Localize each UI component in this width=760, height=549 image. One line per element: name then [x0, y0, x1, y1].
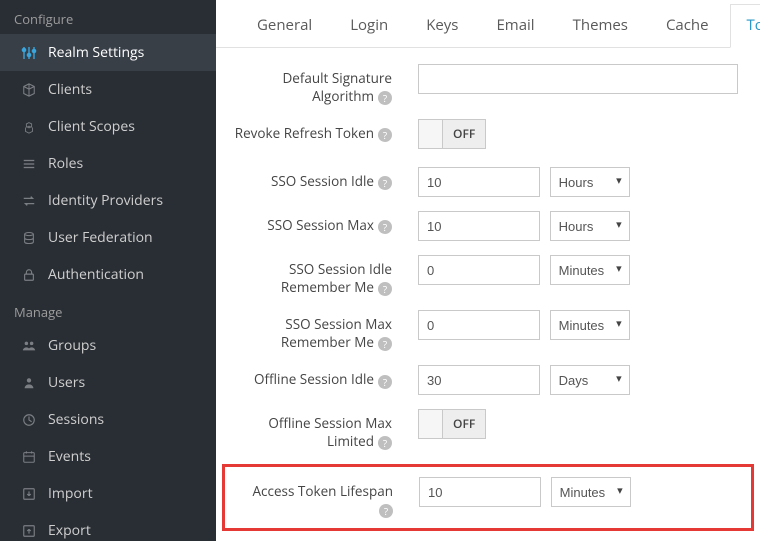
- row-revoke-refresh-token: Revoke Refresh Token? OFF: [216, 119, 760, 153]
- select-sso-session-idle-remember-me-unit[interactable]: [550, 255, 630, 285]
- sidebar-item-groups[interactable]: Groups: [0, 327, 216, 364]
- toggle-revoke-refresh-token[interactable]: OFF: [418, 119, 486, 149]
- label-offline-session-idle: Offline Session Idle?: [216, 365, 402, 389]
- sidebar-item-client-scopes[interactable]: Client Scopes: [0, 108, 216, 145]
- input-sso-session-idle[interactable]: [418, 167, 540, 197]
- import-icon: [20, 487, 38, 501]
- sidebar-item-identity-providers[interactable]: Identity Providers: [0, 182, 216, 219]
- input-sso-session-idle-remember-me[interactable]: [418, 255, 540, 285]
- sidebar-item-label: Clients: [48, 80, 92, 99]
- row-offline-session-max-limited: Offline Session Max Limited? OFF: [216, 409, 760, 450]
- tab-themes[interactable]: Themes: [556, 4, 645, 47]
- sidebar-item-label: Events: [48, 447, 91, 466]
- select-access-token-lifespan-unit[interactable]: [551, 477, 631, 507]
- cube-icon: [20, 83, 38, 97]
- toggle-state: OFF: [443, 410, 485, 438]
- row-offline-session-idle: Offline Session Idle?: [216, 365, 760, 395]
- tokens-form: Default Signature Algorithm? Revoke Refr…: [216, 48, 760, 531]
- label-sso-session-max: SSO Session Max?: [216, 211, 402, 235]
- export-icon: [20, 524, 38, 538]
- help-icon[interactable]: ?: [378, 282, 392, 296]
- sidebar-item-user-federation[interactable]: User Federation: [0, 219, 216, 256]
- label-sso-session-idle: SSO Session Idle?: [216, 167, 402, 191]
- user-icon: [20, 376, 38, 390]
- sidebar-item-users[interactable]: Users: [0, 364, 216, 401]
- label-sso-session-idle-remember-me: SSO Session Idle Remember Me?: [216, 255, 402, 296]
- cubes-icon: [20, 120, 38, 134]
- row-sso-session-max: SSO Session Max?: [216, 211, 760, 241]
- label-sso-session-max-remember-me: SSO Session Max Remember Me?: [216, 310, 402, 351]
- sidebar-item-events[interactable]: Events: [0, 438, 216, 475]
- toggle-offline-session-max-limited[interactable]: OFF: [418, 409, 486, 439]
- input-sso-session-max[interactable]: [418, 211, 540, 241]
- row-sso-session-max-remember-me: SSO Session Max Remember Me?: [216, 310, 760, 351]
- row-sso-session-idle: SSO Session Idle?: [216, 167, 760, 197]
- sidebar-item-sessions[interactable]: Sessions: [0, 401, 216, 438]
- toggle-handle: [419, 410, 443, 438]
- help-icon[interactable]: ?: [378, 436, 392, 450]
- help-icon[interactable]: ?: [378, 337, 392, 351]
- sidebar: Configure Realm Settings Clients Client …: [0, 0, 216, 541]
- sidebar-heading-configure: Configure: [0, 0, 216, 34]
- sidebar-item-export[interactable]: Export: [0, 512, 216, 549]
- sidebar-item-clients[interactable]: Clients: [0, 71, 216, 108]
- toggle-state: OFF: [443, 120, 485, 148]
- sidebar-item-authentication[interactable]: Authentication: [0, 256, 216, 293]
- select-offline-session-idle-unit[interactable]: [550, 365, 630, 395]
- sidebar-item-label: Groups: [48, 336, 96, 355]
- sidebar-item-label: Authentication: [48, 265, 144, 284]
- sidebar-item-label: Export: [48, 521, 91, 540]
- help-icon[interactable]: ?: [378, 128, 392, 142]
- tab-general[interactable]: General: [240, 4, 329, 47]
- sidebar-item-label: Client Scopes: [48, 117, 135, 136]
- input-default-signature-algorithm[interactable]: [418, 64, 738, 94]
- sidebar-item-label: Sessions: [48, 410, 104, 429]
- sidebar-item-label: User Federation: [48, 228, 153, 247]
- help-icon[interactable]: ?: [378, 220, 392, 234]
- sliders-icon: [20, 45, 38, 61]
- row-default-signature-algorithm: Default Signature Algorithm?: [216, 64, 760, 105]
- row-access-token-lifespan: Access Token Lifespan?: [225, 477, 751, 518]
- tab-keys[interactable]: Keys: [409, 4, 475, 47]
- toggle-handle: [419, 120, 443, 148]
- sidebar-item-import[interactable]: Import: [0, 475, 216, 512]
- highlight-access-token-lifespan: Access Token Lifespan?: [222, 464, 754, 531]
- tab-cache[interactable]: Cache: [649, 4, 726, 47]
- input-access-token-lifespan[interactable]: [419, 477, 541, 507]
- lock-icon: [20, 268, 38, 282]
- tabs: General Login Keys Email Themes Cache To…: [216, 4, 760, 48]
- input-sso-session-max-remember-me[interactable]: [418, 310, 540, 340]
- clock-icon: [20, 413, 38, 427]
- users-icon: [20, 339, 38, 353]
- select-sso-session-max-unit[interactable]: [550, 211, 630, 241]
- select-sso-session-idle-unit[interactable]: [550, 167, 630, 197]
- help-icon[interactable]: ?: [378, 176, 392, 190]
- help-icon[interactable]: ?: [378, 375, 392, 389]
- label-default-signature-algorithm: Default Signature Algorithm?: [216, 64, 402, 105]
- select-sso-session-max-remember-me-unit[interactable]: [550, 310, 630, 340]
- help-icon[interactable]: ?: [378, 91, 392, 105]
- sidebar-item-realm-settings[interactable]: Realm Settings: [0, 34, 216, 71]
- label-revoke-refresh-token: Revoke Refresh Token?: [216, 119, 402, 143]
- exchange-icon: [20, 194, 38, 208]
- sidebar-item-label: Identity Providers: [48, 191, 163, 210]
- main-content: General Login Keys Email Themes Cache To…: [216, 0, 760, 541]
- tab-login[interactable]: Login: [333, 4, 405, 47]
- sidebar-item-label: Users: [48, 373, 85, 392]
- tab-email[interactable]: Email: [479, 4, 551, 47]
- sidebar-item-label: Import: [48, 484, 93, 503]
- database-icon: [20, 231, 38, 245]
- sidebar-heading-manage: Manage: [0, 293, 216, 327]
- tab-tokens[interactable]: Tokens: [730, 4, 760, 48]
- list-icon: [20, 157, 38, 171]
- help-icon[interactable]: ?: [379, 504, 393, 518]
- sidebar-item-roles[interactable]: Roles: [0, 145, 216, 182]
- calendar-icon: [20, 450, 38, 464]
- sidebar-item-label: Realm Settings: [48, 43, 144, 62]
- label-offline-session-max-limited: Offline Session Max Limited?: [216, 409, 402, 450]
- row-sso-session-idle-remember-me: SSO Session Idle Remember Me?: [216, 255, 760, 296]
- label-access-token-lifespan: Access Token Lifespan?: [225, 477, 403, 518]
- input-offline-session-idle[interactable]: [418, 365, 540, 395]
- sidebar-item-label: Roles: [48, 154, 83, 173]
